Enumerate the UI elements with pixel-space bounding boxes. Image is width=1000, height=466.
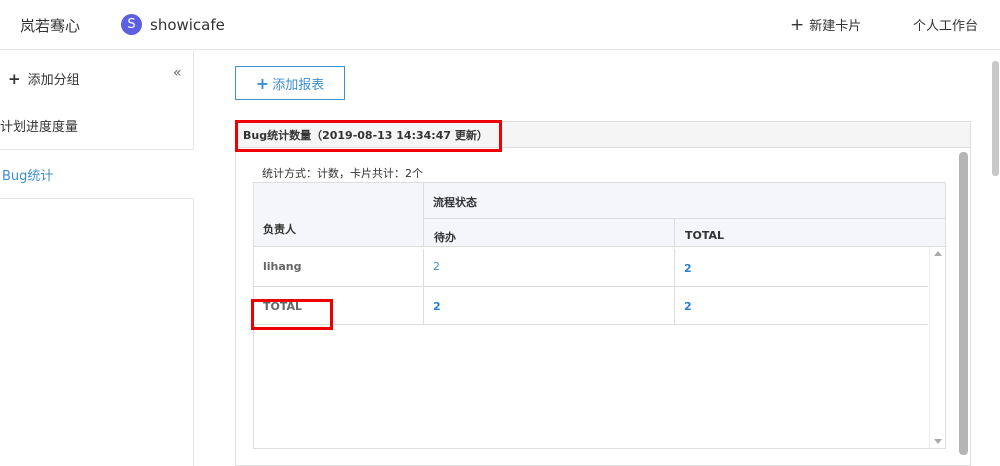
highlight-box	[235, 120, 502, 152]
total-count: 2	[684, 262, 692, 275]
sidebar-item-label: Bug统计	[2, 169, 54, 184]
new-card-label: 新建卡片	[809, 19, 862, 34]
add-group-button[interactable]: + 添加分组	[8, 69, 80, 89]
header-label: TOTAL	[685, 229, 725, 242]
add-report-label: 添加报表	[272, 77, 325, 93]
scroll-down-icon[interactable]	[934, 439, 942, 444]
add-report-button[interactable]: + 添加报表	[235, 66, 345, 100]
table-row: TOTAL 2 2	[254, 287, 928, 325]
total-count: 2	[684, 300, 692, 313]
report-panel: Bug统计数量（2019-08-13 14:34:47 更新） 统计方式：计数，…	[235, 120, 971, 466]
sidebar-item-bug-stats[interactable]: Bug统计	[0, 150, 194, 198]
header-label: 流程状态	[433, 196, 477, 209]
table-row: lihang 2 2	[254, 249, 928, 287]
table-scrollbar[interactable]	[929, 247, 945, 448]
cell-pending[interactable]: 2	[424, 249, 675, 287]
project-switcher[interactable]: S showicafe	[121, 14, 225, 35]
header-label: 负责人	[263, 223, 296, 236]
highlight-box	[251, 299, 333, 330]
stat-info: 统计方式：计数，卡片共计：2个	[262, 167, 423, 180]
cell-total: 2	[675, 287, 928, 325]
cell-total: 2	[675, 249, 928, 287]
page-scrollbar[interactable]	[992, 61, 999, 176]
workbench-link[interactable]: 个人工作台	[913, 15, 978, 34]
column-header-status-group: 流程状态	[424, 183, 945, 219]
column-header-pending: 待办	[424, 219, 675, 247]
plus-icon: +	[255, 73, 270, 93]
plus-icon: +	[790, 14, 805, 35]
pending-count: 2	[433, 300, 441, 313]
sidebar-item-plan-progress[interactable]: 计划进度度量	[0, 116, 78, 135]
scroll-up-icon[interactable]	[934, 251, 942, 256]
sidebar: + 添加分组 « 计划进度度量 Bug统计	[0, 51, 194, 466]
plus-icon: +	[8, 69, 21, 88]
cell-owner: lihang	[254, 249, 424, 287]
cell-pending: 2	[424, 287, 675, 325]
column-header-owner: 负责人	[254, 183, 424, 247]
main-content: + 添加报表 Bug统计数量（2019-08-13 14:34:47 更新） 统…	[195, 51, 1000, 466]
report-scrollbar[interactable]	[959, 152, 968, 455]
column-header-total: TOTAL	[675, 219, 945, 247]
top-bar: 岚若骞心 S showicafe + 新建卡片 个人工作台	[0, 0, 1000, 50]
pending-count-link[interactable]: 2	[433, 260, 440, 273]
project-name: showicafe	[150, 15, 225, 34]
collapse-sidebar-icon[interactable]: «	[173, 65, 182, 81]
brand-name[interactable]: 岚若骞心	[20, 15, 80, 36]
new-card-button[interactable]: + 新建卡片	[790, 15, 861, 34]
add-group-label: 添加分组	[27, 73, 80, 88]
owner-name: lihang	[263, 260, 302, 273]
project-avatar: S	[121, 14, 142, 35]
divider	[0, 198, 194, 199]
header-label: 待办	[434, 231, 456, 244]
pivot-table: 负责人 流程状态 待办 TOTAL lihang 2 2 TOTAL 2 2	[253, 182, 946, 449]
